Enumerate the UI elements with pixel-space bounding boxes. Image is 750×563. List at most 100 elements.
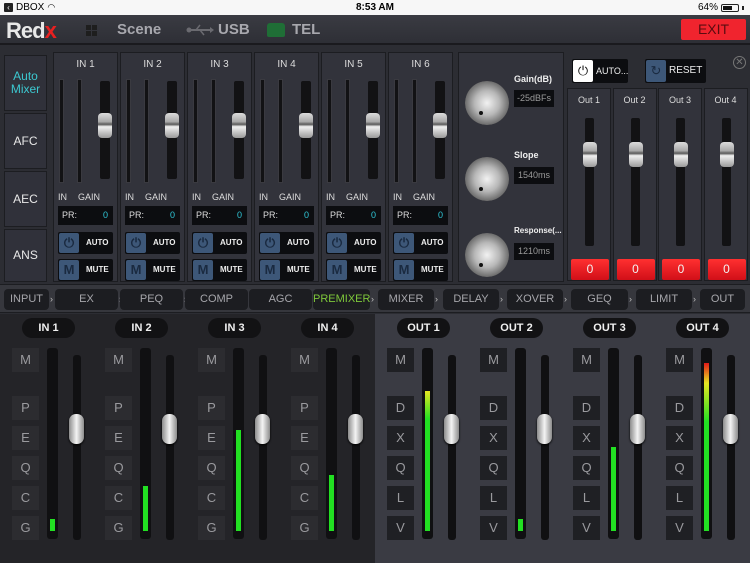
channel-button-v[interactable]: V — [387, 516, 414, 540]
reset-button[interactable]: ↻ RESET — [645, 59, 706, 83]
channel-fader-handle[interactable] — [255, 414, 270, 444]
output-fader-handle[interactable] — [583, 141, 597, 167]
gain-knob[interactable] — [465, 81, 509, 125]
channel-button-l[interactable]: L — [387, 486, 414, 510]
output-fader-track[interactable] — [721, 118, 731, 246]
channel-button-m[interactable]: M — [12, 348, 39, 372]
channel-fader-track[interactable] — [448, 355, 456, 540]
channel-button-q[interactable]: Q — [105, 456, 132, 480]
output-value-button[interactable]: 0 — [616, 259, 655, 280]
channel-button-x[interactable]: X — [666, 426, 693, 450]
usb-button[interactable]: USB — [218, 21, 250, 38]
channel-button-l[interactable]: L — [480, 486, 507, 510]
channel-fader-handle[interactable] — [69, 414, 84, 444]
gain-fader-handle[interactable] — [433, 113, 447, 139]
output-value-button[interactable]: 0 — [571, 259, 609, 280]
auto-toggle[interactable]: ⏻ AUTO — [192, 232, 247, 254]
channel-fader-track[interactable] — [166, 355, 174, 540]
channel-button-v[interactable]: V — [480, 516, 507, 540]
output-value-button[interactable]: 0 — [662, 259, 700, 280]
channel-button-p[interactable]: P — [12, 396, 39, 420]
gain-fader-handle[interactable] — [98, 113, 112, 139]
channel-button-v[interactable]: V — [573, 516, 600, 540]
channel-button-p[interactable]: P — [291, 396, 318, 420]
chain-step-delay[interactable]: DELAY — [443, 289, 499, 310]
channel-button-m[interactable]: M — [387, 348, 414, 372]
channel-fader-track[interactable] — [634, 355, 642, 540]
channel-button-e[interactable]: E — [12, 426, 39, 450]
channel-button-p[interactable]: P — [198, 396, 225, 420]
channel-button-x[interactable]: X — [387, 426, 414, 450]
channel-button-c[interactable]: C — [198, 486, 225, 510]
tel-button[interactable]: TEL — [292, 21, 320, 38]
mute-toggle[interactable]: M MUTE — [259, 259, 314, 281]
channel-fader-handle[interactable] — [630, 414, 645, 444]
channel-button-x[interactable]: X — [480, 426, 507, 450]
chain-step-ex[interactable]: EX — [55, 289, 118, 310]
priority-field[interactable]: PR: 0 — [125, 206, 180, 225]
channel-button-l[interactable]: L — [666, 486, 693, 510]
auto-toggle[interactable]: ⏻ AUTO — [259, 232, 314, 254]
channel-fader-track[interactable] — [352, 355, 360, 540]
priority-field[interactable]: PR: 0 — [326, 206, 381, 225]
priority-field[interactable]: PR: 0 — [259, 206, 314, 225]
output-value-button[interactable]: 0 — [707, 259, 746, 280]
mute-toggle[interactable]: M MUTE — [326, 259, 381, 281]
output-fader-handle[interactable] — [628, 141, 643, 167]
channel-button-q[interactable]: Q — [666, 456, 693, 480]
channel-fader-track[interactable] — [541, 355, 549, 540]
channel-button-g[interactable]: G — [198, 516, 225, 540]
channel-fader-track[interactable] — [259, 355, 267, 540]
channel-button-g[interactable]: G — [291, 516, 318, 540]
output-fader-handle[interactable] — [674, 141, 688, 167]
channel-button-d[interactable]: D — [387, 396, 414, 420]
mode-auto-mixer[interactable]: Auto Mixer — [4, 55, 47, 111]
slope-knob[interactable] — [465, 157, 509, 201]
chain-step-out[interactable]: OUT — [700, 289, 745, 310]
output-fader-track[interactable] — [585, 118, 594, 246]
chain-step-mixer[interactable]: MIXER — [378, 289, 434, 310]
mute-toggle[interactable]: M MUTE — [393, 259, 448, 281]
channel-button-g[interactable]: G — [105, 516, 132, 540]
chain-step-geq[interactable]: GEQ — [571, 289, 628, 310]
channel-fader-handle[interactable] — [162, 414, 177, 444]
close-icon[interactable]: ✕ — [733, 56, 746, 69]
channel-button-e[interactable]: E — [198, 426, 225, 450]
mode-aec[interactable]: AEC — [4, 171, 47, 227]
channel-button-m[interactable]: M — [573, 348, 600, 372]
chain-step-xover[interactable]: XOVER — [507, 289, 563, 310]
mute-toggle[interactable]: M MUTE — [58, 259, 113, 281]
output-fader-handle[interactable] — [719, 141, 734, 167]
channel-button-p[interactable]: P — [105, 396, 132, 420]
channel-button-q[interactable]: Q — [480, 456, 507, 480]
mode-ans[interactable]: ANS — [4, 229, 47, 282]
channel-button-q[interactable]: Q — [12, 456, 39, 480]
channel-button-e[interactable]: E — [105, 426, 132, 450]
priority-field[interactable]: PR: 0 — [393, 206, 448, 225]
gain-fader-handle[interactable] — [366, 113, 380, 139]
channel-button-d[interactable]: D — [573, 396, 600, 420]
chain-step-peq[interactable]: PEQ — [120, 289, 183, 310]
channel-button-q[interactable]: Q — [573, 456, 600, 480]
auto-toggle[interactable]: ⏻ AUTO — [393, 232, 448, 254]
channel-button-e[interactable]: E — [291, 426, 318, 450]
channel-button-d[interactable]: D — [480, 396, 507, 420]
channel-fader-handle[interactable] — [348, 414, 363, 444]
chain-step-agc[interactable]: AGC — [249, 289, 312, 310]
mode-afc[interactable]: AFC — [4, 113, 47, 169]
priority-field[interactable]: PR: 0 — [58, 206, 113, 225]
channel-button-c[interactable]: C — [12, 486, 39, 510]
chain-step-input[interactable]: INPUT — [4, 289, 49, 310]
channel-button-m[interactable]: M — [291, 348, 318, 372]
channel-button-c[interactable]: C — [105, 486, 132, 510]
channel-button-q[interactable]: Q — [198, 456, 225, 480]
channel-button-m[interactable]: M — [480, 348, 507, 372]
channel-button-g[interactable]: G — [12, 516, 39, 540]
channel-button-q[interactable]: Q — [387, 456, 414, 480]
output-fader-track[interactable] — [630, 118, 640, 246]
mute-toggle[interactable]: M MUTE — [125, 259, 180, 281]
auto-toggle[interactable]: ⏻ AUTO — [125, 232, 180, 254]
chain-step-premixer[interactable]: PREMIXER — [313, 289, 370, 310]
channel-button-l[interactable]: L — [573, 486, 600, 510]
priority-field[interactable]: PR: 0 — [192, 206, 247, 225]
